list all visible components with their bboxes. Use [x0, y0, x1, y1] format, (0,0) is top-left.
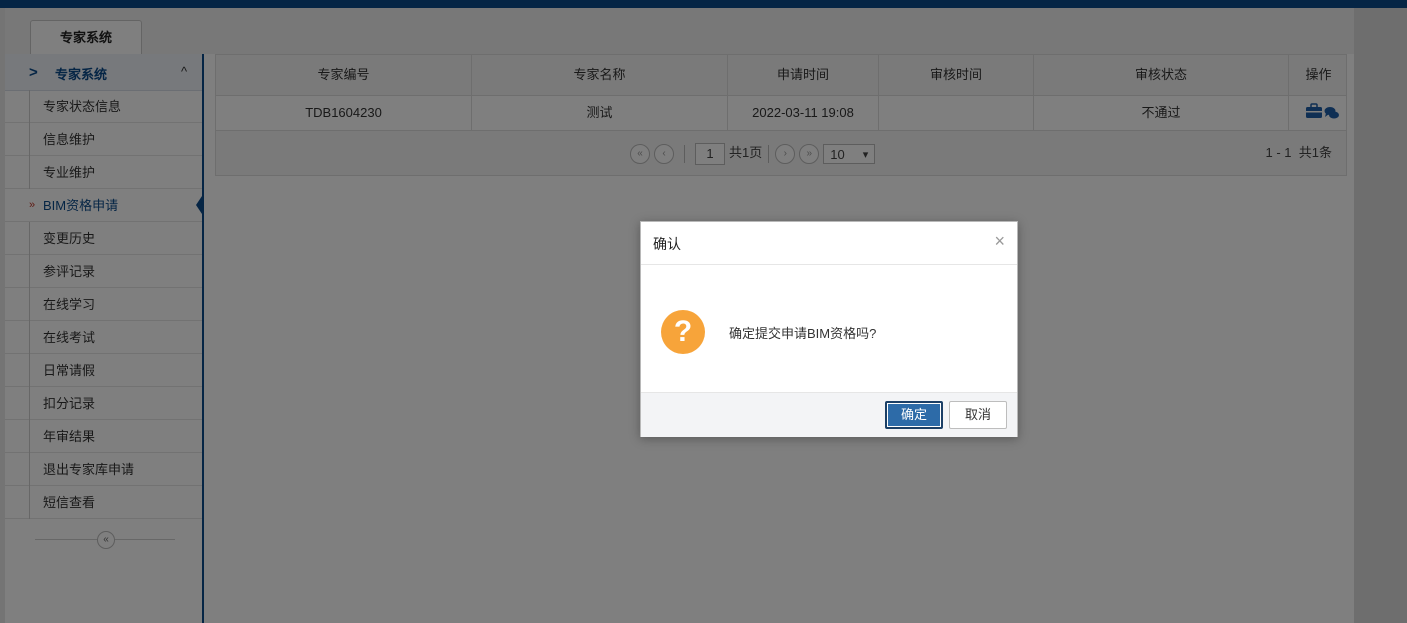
dialog-message: 确定提交申请BIM资格吗?	[729, 326, 877, 341]
confirm-button[interactable]: 确定	[885, 401, 943, 429]
dialog-body: ? 确定提交申请BIM资格吗?	[641, 264, 1017, 392]
confirm-dialog: 确认 × ? 确定提交申请BIM资格吗? 确定 取消	[640, 221, 1018, 437]
dialog-header: 确认 ×	[641, 222, 1017, 265]
dialog-title: 确认	[653, 236, 681, 252]
close-icon[interactable]: ×	[994, 232, 1005, 250]
question-icon: ?	[661, 310, 705, 354]
dialog-footer: 确定 取消	[641, 392, 1017, 437]
cancel-button[interactable]: 取消	[949, 401, 1007, 429]
